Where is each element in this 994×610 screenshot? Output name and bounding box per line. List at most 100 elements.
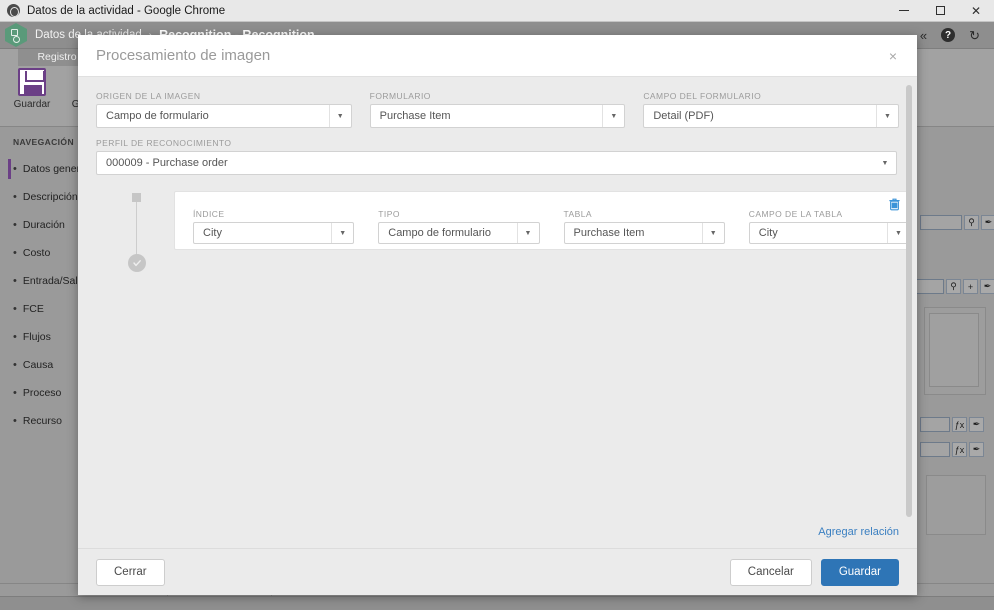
sidebar-item-datos-generales[interactable]: • Datos genera xyxy=(0,155,86,183)
sidebar-item-proceso[interactable]: • Proceso xyxy=(0,379,84,407)
formulario-field-group: FORMULARIO Purchase Item ▼ xyxy=(369,91,626,128)
footer-action-group: Cancelar Guardar xyxy=(729,558,899,586)
chevron-down-icon[interactable]: ▼ xyxy=(874,152,896,174)
sidebar-item-recurso[interactable]: • Recurso xyxy=(0,407,84,435)
tabla-label: TABLA xyxy=(563,209,593,219)
campo-tabla-value: City xyxy=(758,227,778,239)
bullet-icon: • xyxy=(13,303,17,315)
campo-formulario-select[interactable]: Detail (PDF) ▼ xyxy=(643,104,900,128)
eraser-icon[interactable]: ✒ xyxy=(981,215,994,230)
close-window-button[interactable]: ✕ xyxy=(958,0,994,22)
background-textarea-frame xyxy=(924,307,986,395)
tabla-field-group: TABLA Purchase Item ▼ xyxy=(563,209,725,244)
chevron-down-icon[interactable]: ▼ xyxy=(331,223,353,243)
campo-tabla-field-group: CAMPO DE LA TABLA City ▼ xyxy=(748,209,910,244)
sidebar-item-causa[interactable]: • Causa xyxy=(0,351,84,379)
chevron-down-icon[interactable]: ▼ xyxy=(602,105,624,127)
image-processing-dialog: Procesamiento de imagen × ORIGEN DE LA I… xyxy=(78,35,917,595)
navigation-sidebar: NAVEGACIÓN • Datos genera • Descripción … xyxy=(0,127,86,610)
eraser-icon[interactable]: ✒ xyxy=(969,442,984,457)
tipo-field-group: TIPO Campo de formulario ▼ xyxy=(378,209,540,244)
eraser-icon[interactable]: ✒ xyxy=(980,279,994,294)
dialog-header: Procesamiento de imagen × xyxy=(78,35,917,77)
tipo-select[interactable]: Campo de formulario ▼ xyxy=(378,222,540,244)
bullet-icon: • xyxy=(13,191,17,203)
cancel-button[interactable]: Cancelar xyxy=(729,558,812,586)
formulario-value: Purchase Item xyxy=(379,110,451,122)
chevron-down-icon[interactable]: ▼ xyxy=(876,105,898,127)
bullet-icon: • xyxy=(13,163,17,175)
sidebar-item-duracion[interactable]: • Duración xyxy=(0,211,84,239)
collapse-ribbon-icon[interactable]: « xyxy=(920,29,927,42)
formulario-select[interactable]: Purchase Item ▼ xyxy=(369,104,626,128)
dialog-scrollbar[interactable] xyxy=(906,85,912,525)
sidebar-item-label: Entrada/Salid xyxy=(22,275,86,287)
background-field-row: ⚲ + ✒ xyxy=(916,279,994,294)
campo-tabla-select[interactable]: City ▼ xyxy=(748,222,910,244)
formula-icon[interactable]: ƒx xyxy=(952,442,967,457)
appbar-icon-group: « ? ↻ xyxy=(920,28,980,42)
bullet-icon: • xyxy=(13,415,17,427)
bullet-icon: • xyxy=(13,219,17,231)
app-logo-icon xyxy=(5,23,27,47)
perfil-value: 000009 - Purchase order xyxy=(106,157,228,169)
help-icon[interactable]: ? xyxy=(941,28,956,42)
status-bar xyxy=(0,596,994,610)
formula-icon[interactable]: ƒx xyxy=(952,417,967,432)
origen-label: ORIGEN DE LA IMAGEN xyxy=(96,91,201,101)
sidebar-item-label: Costo xyxy=(22,247,51,259)
window-titlebar: Datos de la actividad - Google Chrome ✕ xyxy=(0,0,994,22)
bullet-icon: • xyxy=(13,359,17,371)
save-dialog-button[interactable]: Guardar xyxy=(820,558,899,586)
campo-formulario-value: Detail (PDF) xyxy=(653,110,714,122)
delete-relation-icon[interactable] xyxy=(887,197,901,211)
tipo-value: Campo de formulario xyxy=(388,227,491,239)
add-icon[interactable]: + xyxy=(963,279,978,294)
chrome-favicon xyxy=(7,4,20,17)
chevron-down-icon[interactable]: ▼ xyxy=(516,223,539,243)
origen-value: Campo de formulario xyxy=(106,110,209,122)
background-input[interactable] xyxy=(920,442,950,457)
search-icon[interactable]: ⚲ xyxy=(946,279,961,294)
search-icon[interactable]: ⚲ xyxy=(964,215,979,230)
campo-tabla-label: CAMPO DE LA TABLA xyxy=(748,209,843,219)
save-button[interactable]: Guardar xyxy=(6,68,58,110)
sidebar-item-label: Causa xyxy=(22,359,54,371)
sidebar-item-fce[interactable]: • FCE xyxy=(0,295,84,323)
minimize-button[interactable] xyxy=(886,0,922,22)
dialog-body: ORIGEN DE LA IMAGEN Campo de formulario … xyxy=(78,77,917,548)
close-icon[interactable]: × xyxy=(883,46,903,66)
add-relation-link[interactable]: Agregar relación xyxy=(818,526,899,538)
sidebar-item-costo[interactable]: • Costo xyxy=(0,239,84,267)
maximize-button[interactable] xyxy=(922,0,958,22)
top-field-row: ORIGEN DE LA IMAGEN Campo de formulario … xyxy=(96,91,900,128)
indice-select[interactable]: City ▼ xyxy=(193,222,355,244)
bullet-icon: • xyxy=(13,331,17,343)
relation-card: ÍNDICE City ▼ TIPO Campo de formulario ▼ xyxy=(174,191,911,250)
bullet-icon: • xyxy=(13,247,17,259)
sidebar-item-flujos[interactable]: • Flujos xyxy=(0,323,84,351)
sidebar-item-label: Descripción xyxy=(22,191,78,203)
origen-select[interactable]: Campo de formulario ▼ xyxy=(96,104,352,128)
tabla-value: Purchase Item xyxy=(573,227,645,239)
eraser-icon[interactable]: ✒ xyxy=(969,417,984,432)
background-field-row: ƒx ✒ xyxy=(920,417,984,432)
background-input[interactable] xyxy=(916,279,944,294)
chevron-down-icon[interactable]: ▼ xyxy=(328,105,351,127)
sidebar-item-descripcion[interactable]: • Descripción xyxy=(0,183,84,211)
sidebar-item-label: Proceso xyxy=(22,387,62,399)
sidebar-item-label: Recurso xyxy=(22,415,62,427)
perfil-field-group: PERFIL DE RECONOCIMIENTO 000009 - Purcha… xyxy=(96,138,897,175)
refresh-icon[interactable]: ↻ xyxy=(969,29,980,42)
tabla-select[interactable]: Purchase Item ▼ xyxy=(563,222,725,244)
background-input[interactable] xyxy=(920,215,962,230)
tipo-label: TIPO xyxy=(378,209,400,219)
sidebar-item-entrada-salida[interactable]: • Entrada/Salid xyxy=(0,267,86,295)
background-input[interactable] xyxy=(920,417,950,432)
dialog-scrollbar-thumb[interactable] xyxy=(906,85,912,517)
perfil-select[interactable]: 000009 - Purchase order ▼ xyxy=(96,151,897,175)
campo-formulario-label: CAMPO DEL FORMULARIO xyxy=(643,91,762,101)
close-button[interactable]: Cerrar xyxy=(96,558,165,586)
background-textarea[interactable] xyxy=(929,313,979,387)
chevron-down-icon[interactable]: ▼ xyxy=(701,223,724,243)
